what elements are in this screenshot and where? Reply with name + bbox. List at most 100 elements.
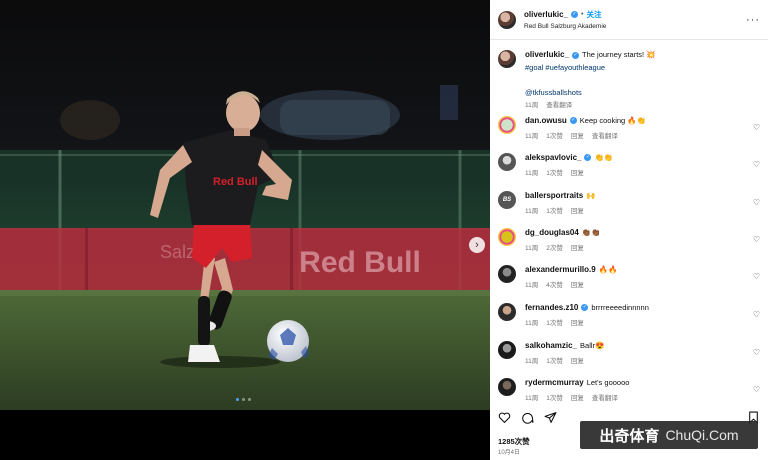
comment-item: dan.owusu ✓ Keep cooking 🔥👏 11周 1次赞 回复 查看翻译 ♡ xyxy=(498,116,760,140)
verified-badge-icon: ✓ xyxy=(571,11,579,18)
media-letterbox xyxy=(0,410,490,460)
comment-likes[interactable]: 1次赞 xyxy=(546,317,563,327)
commenter-username[interactable]: rydermcmurray xyxy=(525,378,584,387)
comment-likes[interactable]: 2次赞 xyxy=(546,242,563,252)
comment-text: 🙌 xyxy=(586,191,596,200)
commenter-avatar[interactable] xyxy=(498,228,516,246)
post-date: 10月4日 xyxy=(498,450,521,456)
comment-time: 11周 xyxy=(525,133,539,140)
comment-item: alexandermurillo.9 🔥🔥 11周 4次赞 回复 ♡ xyxy=(498,265,760,289)
comment-likes[interactable]: 4次赞 xyxy=(546,279,563,289)
post-caption: oliverlukic_ ✓ The journey starts! 💥 #go… xyxy=(490,40,768,111)
commenter-username[interactable]: alexandermurillo.9 xyxy=(525,265,596,274)
author-username[interactable]: oliverlukic_ xyxy=(524,10,568,19)
banner-logo-text: Red Bull xyxy=(299,246,421,279)
caption-hashtags[interactable]: #goal #uefayouthleague xyxy=(525,63,656,73)
comment-text: Let's gooooo xyxy=(586,378,630,387)
commenter-avatar[interactable] xyxy=(498,265,516,283)
post-photo: Red Bull Salzbu Red Bull xyxy=(0,0,490,410)
comment-item: alekspavlovic_ ✓ 👏👏 11周 1次赞 回复 ♡ xyxy=(498,153,760,177)
carousel-indicator xyxy=(236,398,251,401)
verified-badge-icon: ✓ xyxy=(572,51,580,59)
shirt-text: Red Bull xyxy=(213,176,258,188)
comment-item: dg_douglas04 👏🏾👏🏾 11周 2次赞 回复 ♡ xyxy=(498,228,760,252)
commenter-avatar[interactable]: BS xyxy=(498,191,516,209)
like-comment-heart-icon[interactable]: ♡ xyxy=(753,123,760,132)
reply-button[interactable]: 回复 xyxy=(571,130,584,140)
verified-badge-icon: ✓ xyxy=(581,304,589,311)
commenter-avatar[interactable] xyxy=(498,116,516,134)
author-subtitle: Red Bull Salzburg Akademie xyxy=(524,23,607,30)
commenter-username[interactable]: dan.owusu xyxy=(525,116,567,125)
verified-badge-icon: ✓ xyxy=(569,117,577,124)
comment-text: Ballr😍 xyxy=(580,341,605,350)
commenter-avatar[interactable] xyxy=(498,153,516,171)
comment-icon[interactable] xyxy=(521,411,534,424)
comment-text: Keep cooking 🔥👏 xyxy=(579,116,646,125)
like-comment-heart-icon[interactable]: ♡ xyxy=(753,160,760,169)
comment-likes[interactable]: 1次赞 xyxy=(546,355,563,365)
like-comment-heart-icon[interactable]: ♡ xyxy=(753,348,760,357)
watermark-cn: 出奇体育 xyxy=(599,426,660,445)
comment-text: 👏🏾👏🏾 xyxy=(581,228,601,237)
comment-likes[interactable]: 1次赞 xyxy=(546,167,563,177)
follow-button[interactable]: 关注 xyxy=(586,9,601,20)
site-watermark: 出奇体育 ChuQi.Com xyxy=(580,421,758,449)
caption-text: The journey starts! 💥 xyxy=(582,50,656,59)
verified-badge-icon: ✓ xyxy=(584,154,592,161)
like-comment-heart-icon[interactable]: ♡ xyxy=(753,310,760,319)
comment-likes[interactable]: 1次赞 xyxy=(546,392,563,402)
comments-list[interactable]: oliverlukic_ ✓ The journey starts! 💥 #go… xyxy=(490,40,768,405)
commenter-username[interactable]: dg_douglas04 xyxy=(525,228,579,237)
next-image-button[interactable]: › xyxy=(469,237,485,253)
commenter-avatar[interactable] xyxy=(498,303,516,321)
like-heart-icon[interactable] xyxy=(498,411,511,424)
carousel-dot xyxy=(242,398,245,401)
post-media: Red Bull Salzbu Red Bull › xyxy=(0,0,490,460)
caption-username[interactable]: oliverlukic_ xyxy=(525,50,569,60)
caption-mention[interactable]: @tkfussballshots xyxy=(525,88,656,98)
likes-count[interactable]: 1285次赞 xyxy=(498,436,530,447)
comment-text: 🔥🔥 xyxy=(598,265,618,274)
football xyxy=(267,320,309,362)
reply-button[interactable]: 回复 xyxy=(571,205,584,215)
author-avatar[interactable] xyxy=(498,10,516,29)
carousel-dot xyxy=(248,398,251,401)
caption-translate[interactable]: 查看翻译 xyxy=(546,101,572,111)
like-comment-heart-icon[interactable]: ♡ xyxy=(753,235,760,244)
comment-text: brrrreeeedinnnnn xyxy=(591,303,649,312)
translate-button[interactable]: 查看翻译 xyxy=(592,392,618,402)
comment-item: fernandes.z10 ✓ brrrreeeedinnnnn 11周 1次赞 回复 … xyxy=(498,303,760,327)
caption-avatar[interactable] xyxy=(498,50,516,68)
comment-likes[interactable]: 1次赞 xyxy=(546,205,563,215)
reply-button[interactable]: 回复 xyxy=(571,355,584,365)
reply-button[interactable]: 回复 xyxy=(571,167,584,177)
commenter-username[interactable]: alekspavlovic_ xyxy=(525,153,581,162)
commenter-avatar[interactable] xyxy=(498,341,516,359)
dot-separator: • xyxy=(581,11,584,18)
share-send-icon[interactable] xyxy=(544,411,557,424)
more-options-icon[interactable]: ··· xyxy=(746,14,760,26)
comment-likes[interactable]: 1次赞 xyxy=(546,130,563,140)
post-header: oliverlukic_ ✓ • 关注 Red Bull Salzburg Ak… xyxy=(490,0,768,40)
reply-button[interactable]: 回复 xyxy=(571,242,584,252)
caption-time: 11周 xyxy=(525,102,539,109)
comment-time: 11周 xyxy=(525,395,539,402)
comment-time: 11周 xyxy=(525,358,539,365)
like-comment-heart-icon[interactable]: ♡ xyxy=(753,198,760,207)
commenter-username[interactable]: salkohamzic_ xyxy=(525,341,577,350)
post-side-panel: oliverlukic_ ✓ • 关注 Red Bull Salzburg Ak… xyxy=(490,0,768,460)
reply-button[interactable]: 回复 xyxy=(571,317,584,327)
commenter-username[interactable]: fernandes.z10 xyxy=(525,303,578,312)
comment-time: 11周 xyxy=(525,170,539,177)
like-comment-heart-icon[interactable]: ♡ xyxy=(753,272,760,281)
commenter-username[interactable]: ballersportraits xyxy=(525,191,583,200)
chevron-right-icon: › xyxy=(475,239,479,251)
commenter-avatar[interactable] xyxy=(498,378,516,396)
comment-time: 11周 xyxy=(525,245,539,252)
translate-button[interactable]: 查看翻译 xyxy=(592,130,618,140)
carousel-dot-active xyxy=(236,398,239,401)
like-comment-heart-icon[interactable]: ♡ xyxy=(753,385,760,394)
reply-button[interactable]: 回复 xyxy=(571,279,584,289)
reply-button[interactable]: 回复 xyxy=(571,392,584,402)
